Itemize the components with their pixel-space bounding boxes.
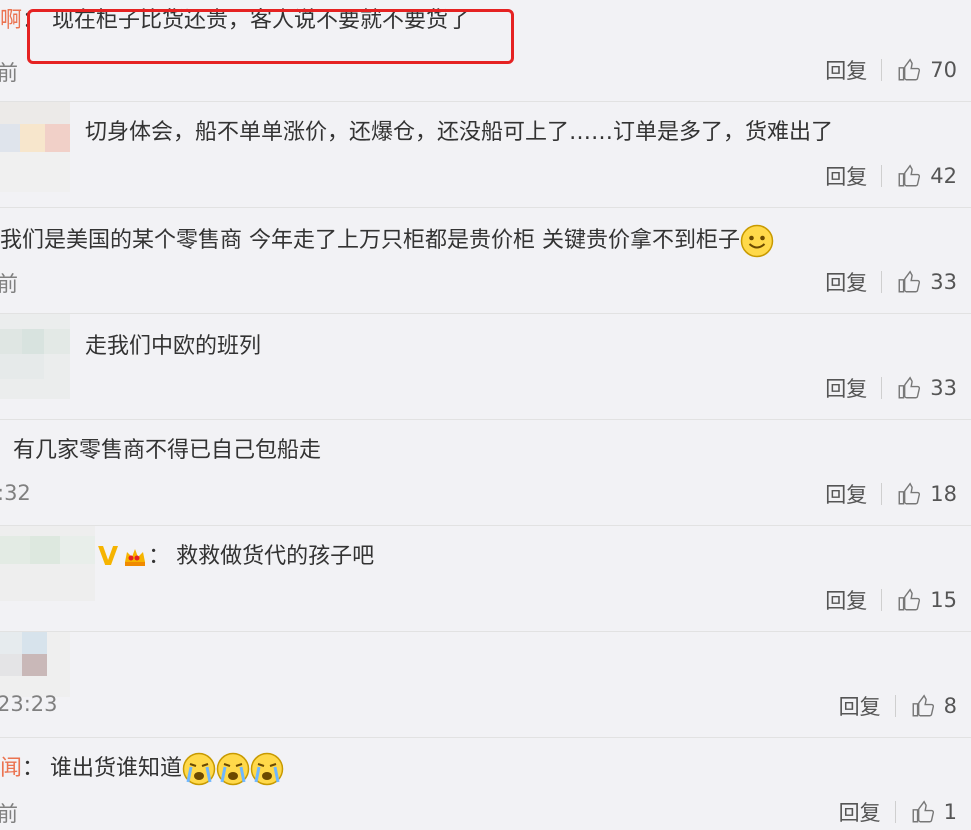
thumbs-up-icon (898, 588, 921, 611)
like-count: 70 (930, 58, 957, 82)
crying-emoji-icon (216, 752, 250, 786)
comment-actions: 回复 8 (839, 691, 957, 721)
comment-actions: 回复 33 (825, 267, 957, 297)
like-button[interactable]: 18 (896, 481, 957, 507)
timestamp: 前 (0, 61, 18, 85)
vip-badge: V (98, 542, 119, 572)
like-count: 33 (930, 376, 957, 400)
like-count: 15 (930, 588, 957, 612)
comment-6: V ：救救做货代的孩子吧 回复 15 (0, 526, 971, 630)
action-divider (881, 165, 883, 187)
like-button[interactable]: 70 (896, 57, 957, 83)
reply-button[interactable]: 回复 (825, 585, 867, 615)
action-divider (894, 801, 896, 823)
comment-actions: 回复 42 (825, 161, 957, 191)
timestamp: 前 (0, 272, 18, 296)
colon: ： (148, 544, 171, 569)
like-count: 8 (943, 694, 957, 718)
action-divider (881, 483, 883, 505)
reply-button[interactable]: 回复 (825, 479, 867, 509)
timestamp: 前 (0, 802, 18, 826)
smile-emoji-icon (740, 224, 774, 258)
like-button[interactable]: 1 (910, 799, 957, 825)
crown-badge-icon (125, 549, 146, 566)
like-count: 18 (930, 482, 957, 506)
thumbs-up-icon (898, 482, 921, 505)
comment-actions: 回复 1 (839, 797, 957, 827)
thumbs-up-icon (898, 164, 921, 187)
action-divider (881, 377, 883, 399)
thumbs-up-icon (912, 694, 934, 717)
comment-body: 谁出货谁知道 (50, 756, 183, 781)
comment-actions: 回复 70 (825, 55, 957, 85)
comment-actions: 回复 33 (825, 373, 957, 403)
avatar (0, 102, 70, 192)
comment-4: 走我们中欧的班列 回复 33 (0, 314, 971, 418)
comment-text: 切身体会，船不单单涨价，还爆仓，还没船可上了……订单是多了，货难出了 (85, 120, 834, 145)
comment-7: 23:23 回复 8 (0, 632, 971, 736)
username[interactable]: 闻 (0, 756, 22, 781)
action-divider (881, 271, 883, 293)
like-button[interactable]: 42 (896, 163, 957, 189)
highlight-box (27, 9, 514, 64)
comment-text: V ：救救做货代的孩子吧 (98, 542, 374, 572)
reply-button[interactable]: 回复 (839, 691, 881, 721)
comment-1: 啊： 现在柜子比货还贵，客人说不要就不要货了 前 回复 70 (0, 0, 971, 100)
crying-emoji-icon (182, 752, 216, 786)
avatar (0, 632, 70, 697)
like-count: 1 (943, 800, 957, 824)
reply-button[interactable]: 回复 (825, 373, 867, 403)
comment-text: 有几家零售商不得已自己包船走 (13, 438, 322, 463)
like-button[interactable]: 33 (896, 269, 957, 295)
comment-2: 切身体会，船不单单涨价，还爆仓，还没船可上了……订单是多了，货难出了 回复 42 (0, 102, 971, 206)
thumbs-up-icon (898, 270, 921, 293)
avatar (0, 526, 95, 601)
like-button[interactable]: 15 (896, 587, 957, 613)
avatar (0, 314, 70, 399)
comment-actions: 回复 18 (825, 479, 957, 509)
action-divider (881, 589, 883, 611)
timestamp: 23:23 (0, 692, 58, 716)
like-button[interactable]: 8 (910, 693, 957, 719)
colon: ： (22, 756, 45, 781)
comment-text: 闻： 谁出货谁知道 (0, 752, 284, 786)
thumbs-up-icon (912, 800, 934, 823)
comment-body: 我们是美国的某个零售商 今年走了上万只柜都是贵价柜 关键贵价拿不到柜子 (0, 228, 740, 253)
thumbs-up-icon (898, 58, 921, 81)
reply-button[interactable]: 回复 (825, 161, 867, 191)
thumbs-up-icon (898, 376, 921, 399)
comment-8: 闻： 谁出货谁知道 前 回复 1 (0, 738, 971, 830)
crying-emoji-icon (250, 752, 284, 786)
timestamp: :32 (0, 481, 31, 505)
comment-text: 走我们中欧的班列 (85, 334, 262, 359)
comment-text: 我们是美国的某个零售商 今年走了上万只柜都是贵价柜 关键贵价拿不到柜子 (0, 224, 774, 258)
like-count: 42 (930, 164, 957, 188)
action-divider (881, 59, 883, 81)
like-count: 33 (930, 270, 957, 294)
comment-3: 我们是美国的某个零售商 今年走了上万只柜都是贵价柜 关键贵价拿不到柜子 前 回复… (0, 208, 971, 312)
reply-button[interactable]: 回复 (825, 267, 867, 297)
reply-button[interactable]: 回复 (839, 797, 881, 827)
username[interactable]: 啊 (0, 8, 22, 33)
comment-body: 救救做货代的孩子吧 (176, 544, 375, 569)
comment-5: 有几家零售商不得已自己包船走 :32 回复 18 (0, 420, 971, 524)
comment-actions: 回复 15 (825, 585, 957, 615)
reply-button[interactable]: 回复 (825, 55, 867, 85)
action-divider (894, 695, 896, 717)
like-button[interactable]: 33 (896, 375, 957, 401)
